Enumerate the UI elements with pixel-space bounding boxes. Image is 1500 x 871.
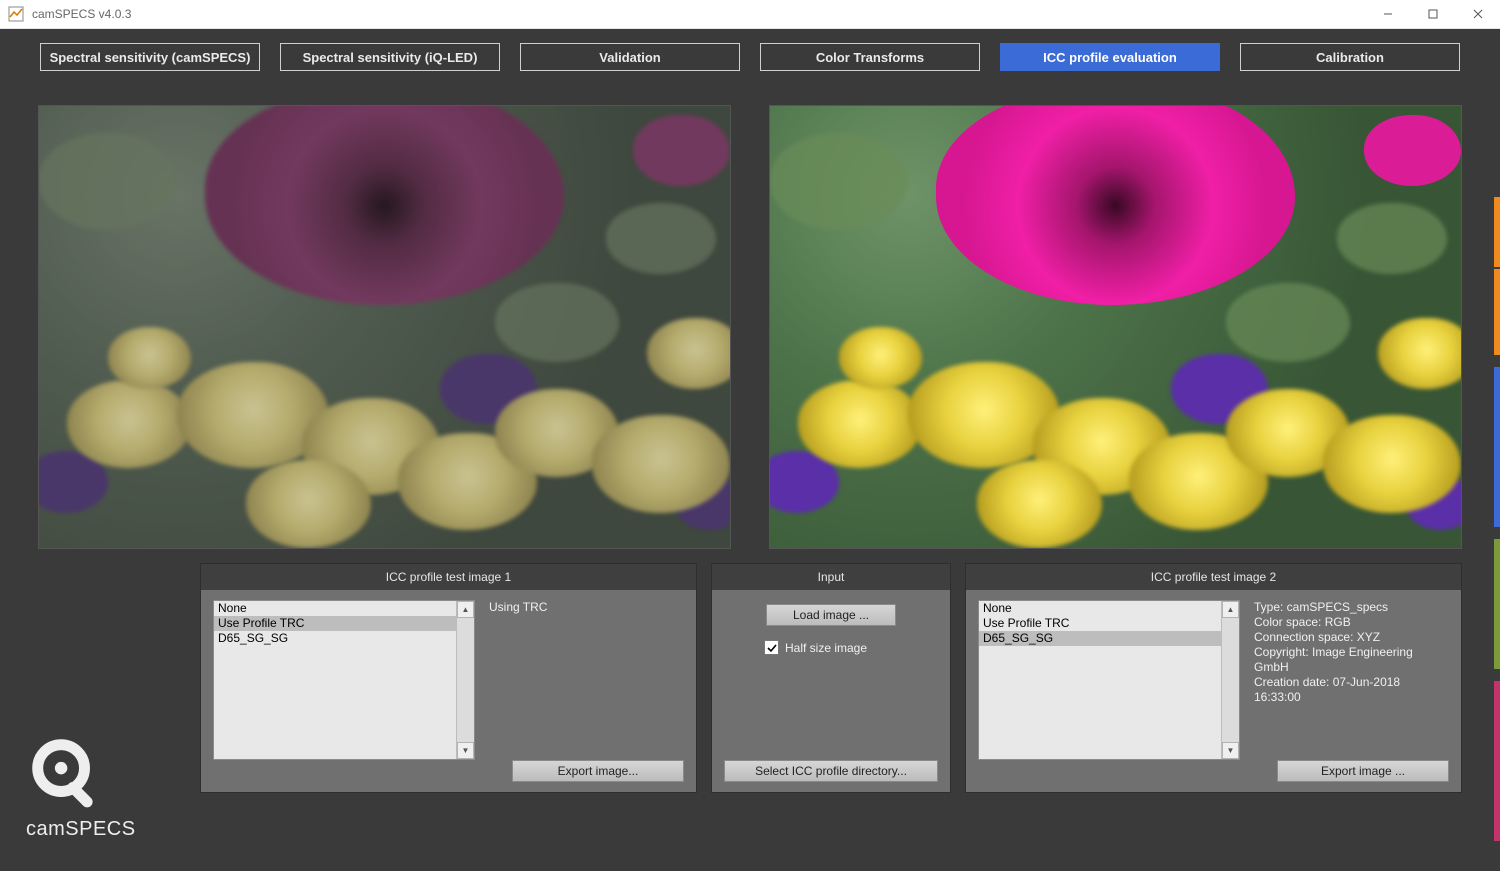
list-item[interactable]: None: [214, 601, 457, 616]
profile-list-2[interactable]: None Use Profile TRC D65_SG_SG ▲ ▼: [978, 600, 1240, 760]
list-item[interactable]: D65_SG_SG: [214, 631, 457, 646]
half-size-checkbox[interactable]: [764, 640, 779, 655]
window-close-button[interactable]: [1455, 0, 1500, 28]
scroll-down-icon[interactable]: ▼: [457, 742, 474, 759]
edge-strip: [1494, 681, 1500, 841]
profile-1-status: Using TRC: [489, 600, 684, 615]
logo-icon: [26, 733, 104, 811]
edge-strip: [1494, 197, 1500, 267]
app-icon: [8, 6, 24, 22]
scroll-up-icon[interactable]: ▲: [1222, 601, 1239, 618]
panel-header: ICC profile test image 1: [201, 564, 696, 590]
select-icc-directory-button[interactable]: Select ICC profile directory...: [724, 760, 938, 782]
brand-name: camSPECS: [26, 818, 136, 841]
list-item[interactable]: Use Profile TRC: [214, 616, 457, 631]
profile-list-1[interactable]: None Use Profile TRC D65_SG_SG ▲ ▼: [213, 600, 475, 760]
tab-calibration[interactable]: Calibration: [1240, 43, 1460, 71]
list-item[interactable]: None: [979, 601, 1222, 616]
panel-icc-test-image-1: ICC profile test image 1 None Use Profil…: [200, 563, 697, 793]
test-image-1-view: [38, 105, 731, 549]
panel-input: Input Load image ... Half size image Sel…: [711, 563, 951, 793]
scrollbar[interactable]: ▲ ▼: [456, 601, 474, 759]
tab-spectral-camspecs[interactable]: Spectral sensitivity (camSPECS): [40, 43, 260, 71]
edge-strip: [1494, 539, 1500, 669]
profile-2-info: Type: camSPECS_specs Color space: RGB Co…: [1254, 600, 1449, 705]
window-maximize-button[interactable]: [1410, 0, 1455, 28]
export-image-2-button[interactable]: Export image ...: [1277, 760, 1449, 782]
tab-spectral-iqled[interactable]: Spectral sensitivity (iQ-LED): [280, 43, 500, 71]
scroll-up-icon[interactable]: ▲: [457, 601, 474, 618]
tab-validation[interactable]: Validation: [520, 43, 740, 71]
test-image-2-view: [769, 105, 1462, 549]
scroll-down-icon[interactable]: ▼: [1222, 742, 1239, 759]
panel-header: Input: [712, 564, 950, 590]
tab-row: Spectral sensitivity (camSPECS) Spectral…: [0, 29, 1500, 71]
edge-strip: [1494, 269, 1500, 355]
load-image-button[interactable]: Load image ...: [766, 604, 896, 626]
panel-icc-test-image-2: ICC profile test image 2 None Use Profil…: [965, 563, 1462, 793]
edge-strip: [1494, 367, 1500, 527]
tab-color-transforms[interactable]: Color Transforms: [760, 43, 980, 71]
window-title: camSPECS v4.0.3: [32, 7, 131, 21]
brand-logo: camSPECS: [26, 733, 136, 841]
window-titlebar: camSPECS v4.0.3: [0, 0, 1500, 29]
list-item[interactable]: D65_SG_SG: [979, 631, 1222, 646]
window-minimize-button[interactable]: [1365, 0, 1410, 28]
scrollbar[interactable]: ▲ ▼: [1221, 601, 1239, 759]
tab-icc-profile-evaluation[interactable]: ICC profile evaluation: [1000, 43, 1220, 71]
export-image-1-button[interactable]: Export image...: [512, 760, 684, 782]
panel-header: ICC profile test image 2: [966, 564, 1461, 590]
half-size-label: Half size image: [785, 641, 867, 655]
list-item[interactable]: Use Profile TRC: [979, 616, 1222, 631]
